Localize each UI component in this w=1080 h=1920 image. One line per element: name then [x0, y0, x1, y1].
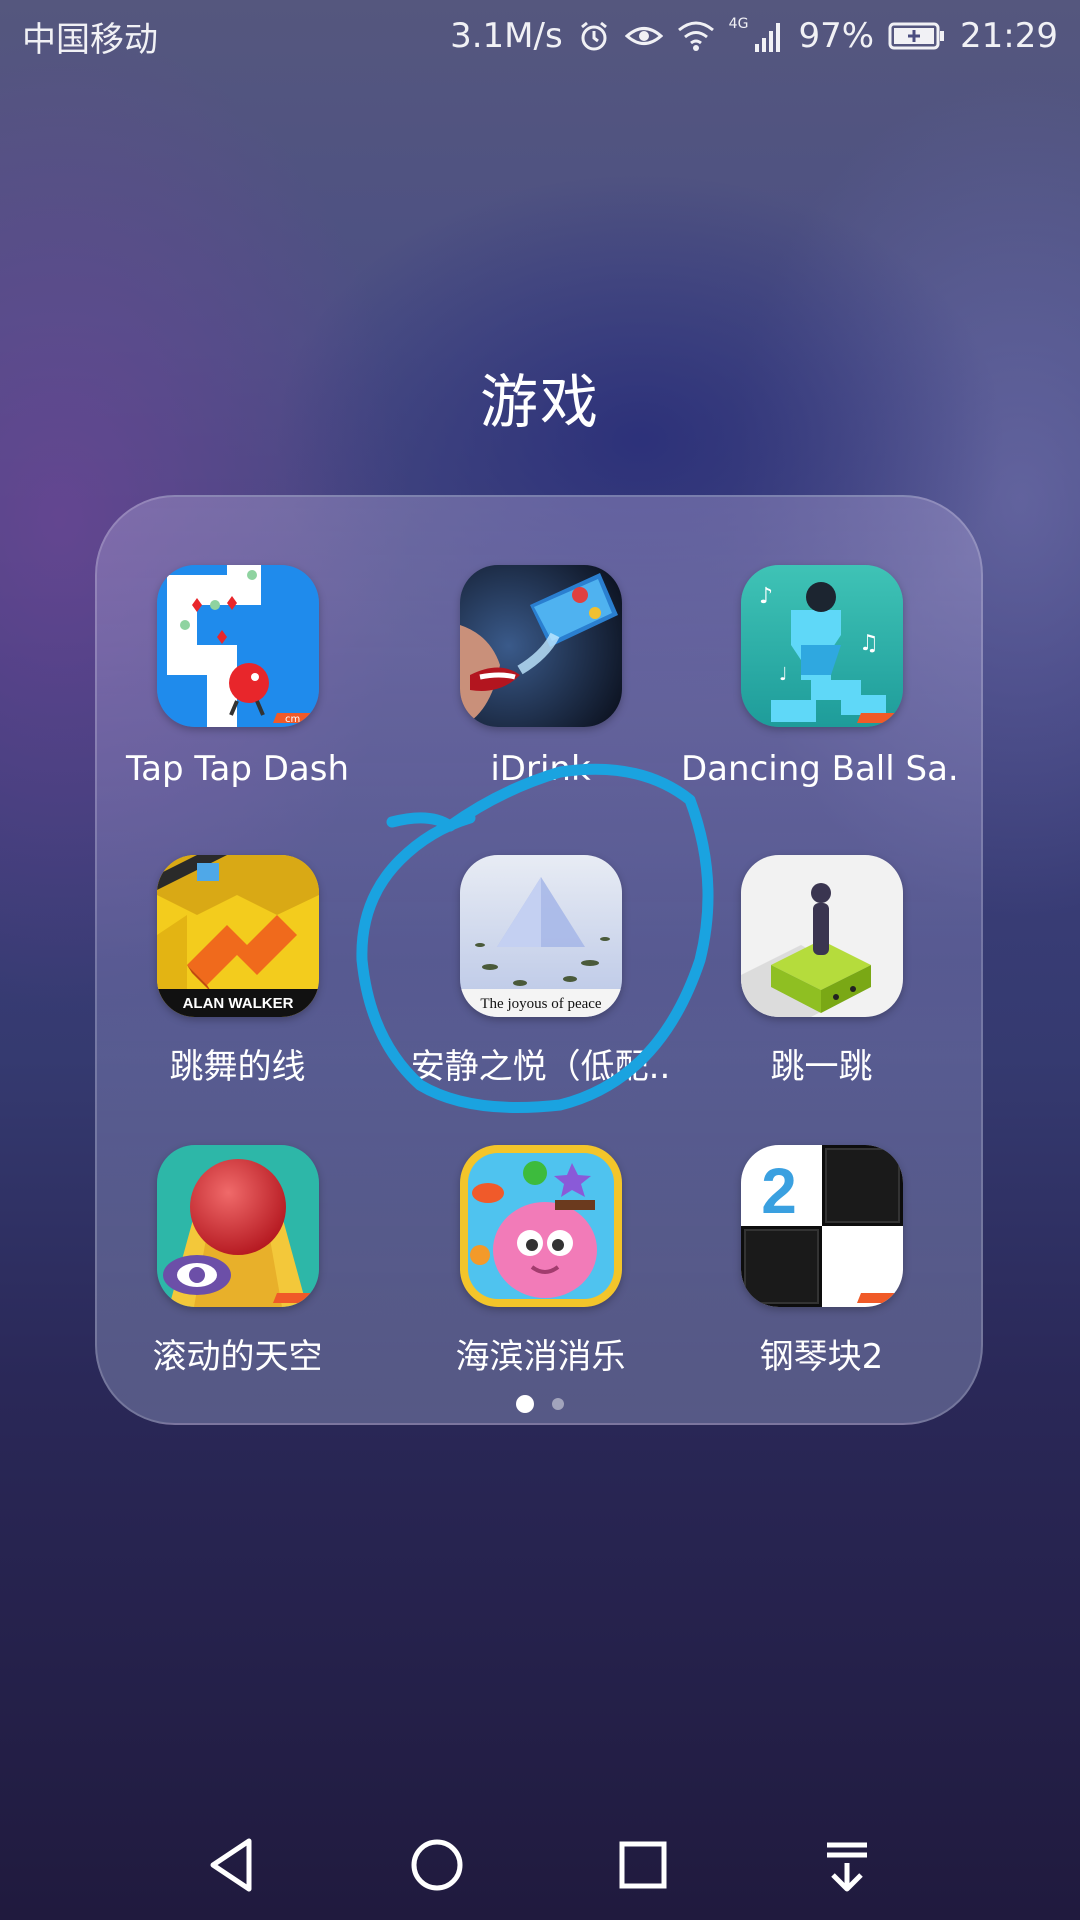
app-piano-tiles-2[interactable]: 2 钢琴块2: [681, 1145, 962, 1378]
jump-jump-icon[interactable]: [740, 855, 903, 1017]
app-label: Tap Tap Dash: [125, 749, 349, 789]
piano-tiles-2-icon[interactable]: 2: [740, 1145, 903, 1307]
app-label: Dancing Ball Sa..: [681, 749, 962, 789]
icon-text: The joyous of peace: [480, 996, 602, 1012]
app-label: 安静之悦（低配..: [410, 1047, 671, 1087]
alarm-icon: [577, 19, 611, 53]
svg-text:♩: ♩: [779, 664, 788, 685]
app-dancing-ball[interactable]: ♪ ♫ ♩ Dancing Ball Sa..: [681, 565, 962, 789]
back-icon: [210, 1838, 252, 1892]
carrier-label: 中国移动: [22, 19, 158, 60]
folder-title[interactable]: 游戏: [0, 355, 1080, 439]
home-icon: [411, 1839, 463, 1891]
app-tap-tap-dash[interactable]: cm Tap Tap Dash: [97, 565, 378, 789]
wifi-icon: [677, 20, 715, 52]
joyous-peace-icon[interactable]: The joyous of peace: [459, 855, 622, 1017]
dancing-line-icon[interactable]: ALAN WALKER: [156, 855, 319, 1017]
idrink-icon[interactable]: [459, 565, 622, 727]
folder-panel: cm Tap Tap Dash iDrink ♪ ♫ ♩ Dancing Bal…: [95, 495, 983, 1425]
signal-icon: [754, 20, 784, 52]
app-label: 海滨消消乐: [455, 1337, 626, 1377]
app-seaside-match[interactable]: 海滨消消乐: [400, 1145, 681, 1378]
app-jump-jump[interactable]: 跳一跳: [681, 855, 962, 1088]
svg-text:cm: cm: [285, 714, 300, 725]
app-label: 跳舞的线: [169, 1047, 306, 1087]
clock: 21:29: [960, 16, 1058, 56]
app-joyous-peace[interactable]: The joyous of peace 安静之悦（低配..: [400, 855, 681, 1088]
app-label: 钢琴块2: [759, 1337, 884, 1377]
page-dot-active: [516, 1395, 534, 1413]
navigation-bar: [0, 1810, 1080, 1920]
app-label: iDrink: [490, 749, 591, 789]
svg-text:♪: ♪: [759, 584, 773, 609]
svg-text:♫: ♫: [859, 631, 879, 656]
dancing-ball-icon[interactable]: ♪ ♫ ♩: [740, 565, 903, 727]
network-speed: 3.1M/s: [450, 16, 563, 56]
network-type: 4G: [728, 16, 749, 32]
home-button[interactable]: [382, 1810, 492, 1920]
tap-tap-dash-icon[interactable]: cm: [156, 565, 319, 727]
status-bar: 中国移动 3.1M/s 4G 97% 21:29: [0, 0, 1080, 72]
recents-button[interactable]: [588, 1810, 698, 1920]
app-label: 跳一跳: [770, 1047, 873, 1087]
app-rolling-sky[interactable]: 滚动的天空: [97, 1145, 378, 1378]
notifications-button[interactable]: [792, 1810, 902, 1920]
eye-comfort-icon: [624, 21, 663, 51]
app-label: 滚动的天空: [152, 1337, 323, 1377]
recents-icon: [619, 1841, 667, 1889]
seaside-match-icon[interactable]: [459, 1145, 622, 1307]
page-dot: [552, 1398, 564, 1410]
status-icons: 3.1M/s 4G 97% 21:29: [450, 16, 1058, 56]
back-button[interactable]: [178, 1810, 288, 1920]
icon-text: 2: [761, 1155, 797, 1227]
app-dancing-line[interactable]: ALAN WALKER 跳舞的线: [97, 855, 378, 1088]
battery-charging-icon: [888, 21, 946, 51]
battery-percent: 97%: [798, 16, 875, 56]
icon-text: ALAN WALKER: [182, 995, 293, 1012]
page-indicator: [0, 1395, 1080, 1413]
rolling-sky-icon[interactable]: [156, 1145, 319, 1307]
app-idrink[interactable]: iDrink: [400, 565, 681, 789]
pull-down-icon: [827, 1842, 867, 1892]
